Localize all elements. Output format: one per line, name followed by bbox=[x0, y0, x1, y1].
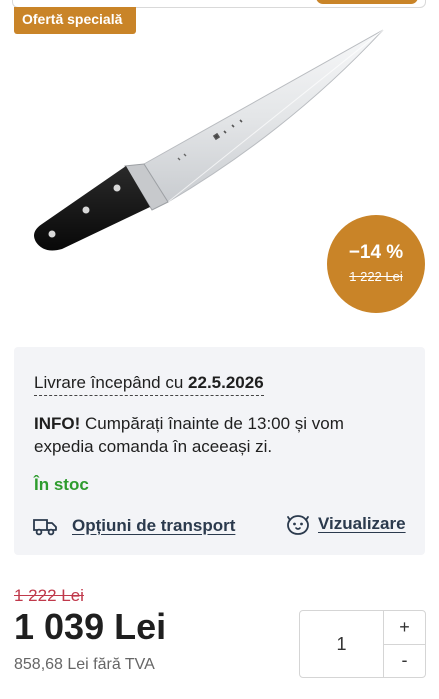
eye-icon bbox=[287, 515, 309, 535]
shipping-info-text: INFO! Cumpărați înainte de 13:00 și vom … bbox=[34, 412, 374, 458]
transport-options-label: Opțiuni de transport bbox=[72, 516, 236, 535]
discount-badge: −14 % 1 222 Lei bbox=[327, 215, 425, 313]
discount-percent: −14 % bbox=[348, 242, 404, 263]
delivery-date-line[interactable]: Livrare începând cu 22.5.2026 bbox=[34, 373, 264, 396]
old-price: 1 222 Lei bbox=[14, 586, 84, 605]
info-message: Cumpărați înainte de 13:00 și vom expedi… bbox=[34, 414, 344, 456]
increase-quantity-button[interactable]: + bbox=[384, 611, 425, 645]
info-label: INFO! bbox=[34, 414, 81, 433]
truck-icon bbox=[33, 519, 57, 536]
stock-status: În stoc bbox=[34, 475, 89, 494]
quantity-stepper: 1 + - bbox=[299, 610, 426, 678]
view-label: Vizualizare bbox=[318, 514, 406, 533]
delivery-date: 22.5.2026 bbox=[188, 373, 264, 392]
current-price: 1 039 Lei bbox=[14, 606, 167, 647]
delivery-info-card: Livrare începând cu 22.5.2026 INFO! Cump… bbox=[14, 347, 425, 555]
price-without-vat: 858,68 Lei fără TVA bbox=[14, 656, 155, 673]
quantity-input[interactable]: 1 bbox=[300, 611, 384, 677]
discount-old-price: 1 222 Lei bbox=[349, 269, 403, 284]
decrease-quantity-button[interactable]: - bbox=[384, 644, 425, 677]
top-button-edge[interactable] bbox=[316, 0, 418, 4]
delivery-prefix: Livrare începând cu bbox=[34, 373, 189, 392]
